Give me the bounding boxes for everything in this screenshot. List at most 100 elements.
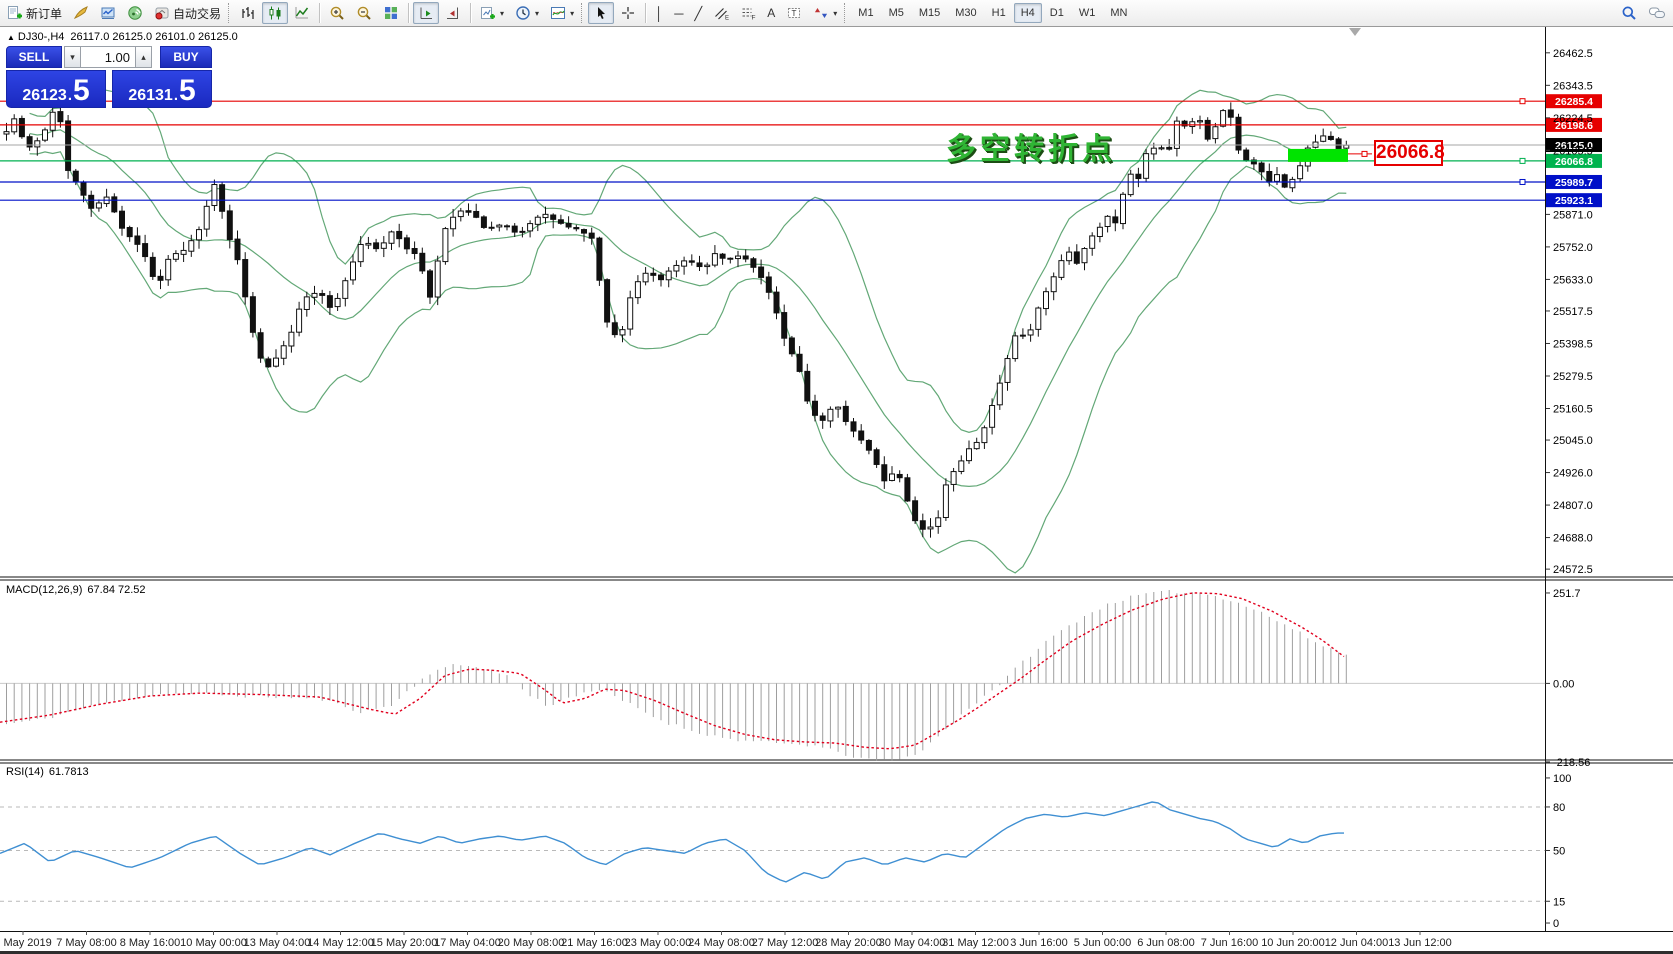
buy-price-display[interactable]: 26131.5 [112,70,212,108]
svg-text:50: 50 [1553,845,1565,857]
crosshair-tool-button[interactable] [615,2,641,24]
svg-text:30 May 04:00: 30 May 04:00 [879,937,946,949]
zoom-in-button[interactable] [324,2,350,24]
candlestick-mode-button[interactable] [262,2,288,24]
svg-text:13 Jun 12:00: 13 Jun 12:00 [1388,937,1452,949]
timeframe-d1-button[interactable]: D1 [1043,3,1071,23]
sell-price-display[interactable]: 26123.5 [6,70,106,108]
highlight-rectangle-object[interactable] [1288,149,1348,162]
arrows-dropdown[interactable]: ▾ [808,2,842,24]
vertical-line-tool-button[interactable]: │ [650,2,668,24]
arrows-icon [813,5,829,21]
horizontal-line-icon: ─ [674,7,683,20]
trendline-icon: ╱ [694,7,702,20]
vertical-line-icon: │ [655,7,663,20]
time-axis[interactable]: 6 May 20197 May 08:008 May 16:0010 May 0… [0,931,1452,949]
price-tag-box[interactable]: 26066.8 [1374,140,1443,166]
cursor-tool-button[interactable] [588,2,614,24]
search-icon [1621,5,1637,21]
svg-text:25923.1: 25923.1 [1555,195,1593,207]
signals-icon [127,5,143,21]
fibonacci-tool-button[interactable]: F [735,2,761,24]
svg-text:80: 80 [1553,802,1565,814]
buy-button[interactable]: BUY [160,46,212,68]
new-order-button[interactable]: 新订单 [2,2,67,24]
toolbar: 新订单 自动交易 [0,0,1673,27]
timeframe-m1-button[interactable]: M1 [851,3,880,23]
new-chart-dropdown[interactable]: ▾ [475,2,509,24]
toolbar-grip [844,3,847,23]
channel-tool-button[interactable]: E [708,2,734,24]
auto-scroll-button[interactable] [413,2,439,24]
line-chart-icon [294,5,310,21]
macd-indicator-label: MACD(12,26,9)67.84 72.52 [6,584,146,596]
timeframe-mn-button[interactable]: MN [1103,3,1134,23]
timeframe-m5-button[interactable]: M5 [882,3,911,23]
autotrading-button[interactable]: 自动交易 [149,2,226,24]
one-click-trading-panel: SELL ▾ ▴ BUY 26123.5 26131.5 [6,46,212,108]
profiles-dropdown[interactable]: ▾ [510,2,544,24]
timeframe-m15-button[interactable]: M15 [912,3,947,23]
svg-text:23 May 00:00: 23 May 00:00 [625,937,692,949]
volume-increase-button[interactable]: ▴ [135,46,152,68]
volume-decrease-button[interactable]: ▾ [64,46,81,68]
zoom-out-button[interactable] [351,2,377,24]
chevron-down-icon: ▾ [833,9,837,18]
collapse-arrow-icon[interactable]: ▲ [7,33,15,42]
svg-text:26105.5: 26105.5 [1553,145,1593,157]
svg-text:-218.56: -218.56 [1553,757,1590,769]
timeframe-h4-button[interactable]: H4 [1014,3,1042,23]
text-label-tool-button[interactable]: T [781,2,807,24]
macd-indicator [0,590,1545,762]
templates-dropdown[interactable]: ▾ [545,2,579,24]
chat-button[interactable] [1643,2,1671,24]
line-chart-mode-button[interactable] [289,2,315,24]
bar-chart-icon [240,5,256,21]
text-label-icon: T [786,5,802,21]
chart-area: 26285.426198.626125.026066.825989.725923… [0,0,1673,954]
symbol-name: DJ30-,H4 [18,31,64,43]
signals-button[interactable] [122,2,148,24]
svg-text:25989.7: 25989.7 [1555,177,1593,189]
equidistant-channel-icon: E [713,5,729,21]
toolbar-separator [645,3,646,23]
svg-text:T: T [792,9,797,18]
text-tool-button[interactable]: A [762,2,780,24]
template-chart-icon [550,5,566,21]
timeframe-h1-button[interactable]: H1 [985,3,1013,23]
svg-text:6 Jun 08:00: 6 Jun 08:00 [1137,937,1195,949]
rsi-value: 61.7813 [49,766,89,778]
tile-windows-button[interactable] [378,2,404,24]
chart-annotation-text[interactable]: 多空转折点 [946,124,1116,168]
text-icon: A [767,7,775,19]
search-button[interactable] [1616,2,1642,24]
timeframe-m30-button[interactable]: M30 [948,3,983,23]
rsi-indicator-label: RSI(14)61.7813 [6,766,89,778]
zoom-in-icon [329,5,345,21]
price-level-lines[interactable]: 26285.426198.626125.026066.825989.725923… [0,94,1602,207]
horizontal-line-tool-button[interactable]: ─ [669,2,688,24]
chart-shift-marker-icon[interactable] [1349,28,1361,36]
trendline-tool-button[interactable]: ╱ [689,2,707,24]
rsi-indicator [0,802,1545,901]
metaeditor-button[interactable] [68,2,94,24]
clock-icon [515,5,531,21]
bar-chart-mode-button[interactable] [235,2,261,24]
auto-scroll-icon [418,5,434,21]
svg-text:E: E [725,16,729,22]
svg-text:25633.0: 25633.0 [1553,274,1593,286]
new-order-icon [7,5,23,21]
svg-text:25752.0: 25752.0 [1553,242,1593,254]
svg-text:25871.0: 25871.0 [1553,209,1593,221]
tile-windows-icon [383,5,399,21]
market-watch-button[interactable] [95,2,121,24]
svg-text:26066.8: 26066.8 [1555,156,1593,168]
svg-text:6 May 2019: 6 May 2019 [0,937,52,949]
toolbar-separator [408,3,409,23]
sell-button[interactable]: SELL [6,46,62,68]
chart-shift-button[interactable] [440,2,466,24]
svg-text:15: 15 [1553,896,1565,908]
timeframe-w1-button[interactable]: W1 [1072,3,1103,23]
volume-input[interactable] [81,46,135,68]
svg-text:26285.4: 26285.4 [1555,96,1593,108]
